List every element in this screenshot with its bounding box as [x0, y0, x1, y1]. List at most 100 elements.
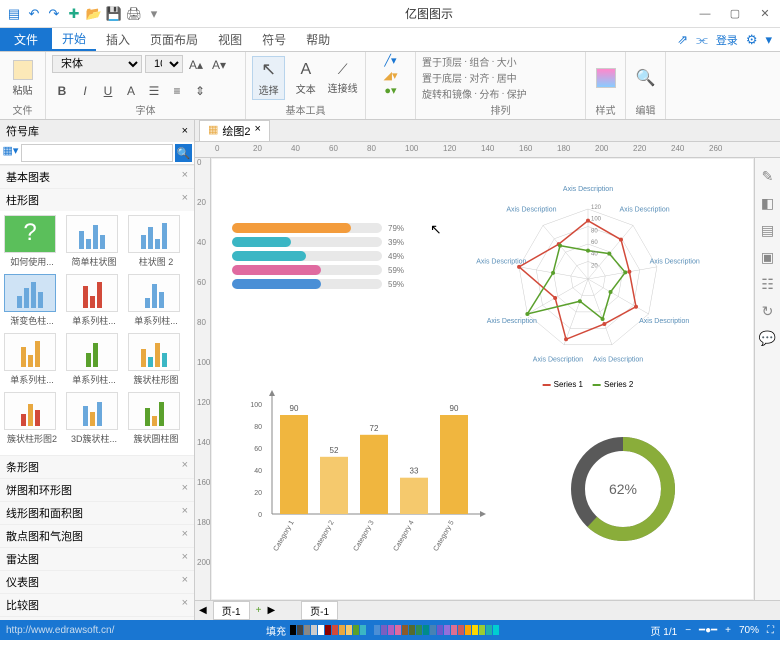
cat-compare[interactable]: 比较图× [0, 593, 194, 616]
sidebar-close-icon[interactable]: × [182, 125, 188, 137]
page-prev-icon[interactable]: ◀ [199, 605, 207, 616]
tab-insert[interactable]: 插入 [96, 28, 140, 51]
library-menu-icon[interactable]: ▦▾ [2, 144, 19, 162]
size-button[interactable]: 大小 [497, 54, 517, 69]
cat-pie[interactable]: 饼图和环形图× [0, 478, 194, 501]
zoom-in-icon[interactable]: + [725, 625, 731, 636]
shape-icon[interactable]: ◧ [761, 195, 774, 212]
donut-chart[interactable]: 62% [563, 429, 683, 549]
select-tool[interactable]: ↖选择 [252, 56, 285, 100]
group-button[interactable]: 组合 [469, 54, 489, 69]
page-tab[interactable]: 页-1 [213, 601, 250, 620]
open-icon[interactable]: 📂 [86, 6, 102, 22]
document-tab[interactable]: ▦绘图2× [199, 120, 270, 141]
settings-icon[interactable]: ⚙ [746, 32, 758, 48]
theme-icon[interactable]: ▣ [761, 249, 774, 266]
increase-font-icon[interactable]: A▴ [186, 55, 206, 75]
print-icon[interactable]: 🖨 [126, 6, 142, 22]
tab-start[interactable]: 开始 [52, 28, 96, 51]
color-swatches[interactable] [290, 625, 499, 635]
data-icon[interactable]: ☷ [761, 276, 774, 293]
cat-bar[interactable]: 条形图× [0, 455, 194, 478]
save-icon[interactable]: 💾 [106, 6, 122, 22]
vertical-bar-chart[interactable]: 02040608010090Category 152Category 272Ca… [232, 384, 492, 554]
cat-radar[interactable]: 雷达图× [0, 547, 194, 570]
close-tab-icon[interactable]: × [255, 123, 261, 139]
zoom-slider[interactable]: ━●━ [699, 625, 717, 636]
tab-layout[interactable]: 页面布局 [140, 28, 208, 51]
cat-column[interactable]: 柱形图× [0, 188, 194, 211]
history-icon[interactable]: ↻ [762, 303, 774, 320]
maximize-button[interactable]: ▢ [720, 2, 750, 26]
cat-gauge[interactable]: 仪表图× [0, 570, 194, 593]
protect-button[interactable]: 保护 [507, 86, 527, 101]
font-color-icon[interactable]: A [121, 81, 141, 101]
underline-button[interactable]: U [98, 81, 118, 101]
center-button[interactable]: 居中 [497, 70, 517, 85]
tab-help[interactable]: 帮助 [296, 28, 340, 51]
search-input[interactable] [21, 144, 173, 162]
bullets-icon[interactable]: ☰ [144, 81, 164, 101]
gallery-item[interactable]: 柱状图 2 [128, 215, 184, 268]
page-tab-2[interactable]: 页-1 [301, 601, 338, 620]
gallery-item[interactable]: 簇状柱形图2 [4, 392, 60, 445]
search-icon[interactable]: 🔍 [175, 144, 192, 162]
gallery-item[interactable]: 单系列柱... [128, 274, 184, 327]
bold-button[interactable]: B [52, 81, 72, 101]
dropdown-icon[interactable]: ▾ [765, 32, 772, 48]
bring-front-button[interactable]: 置于顶层 [422, 54, 462, 69]
file-menu[interactable]: 文件 [0, 28, 52, 51]
fit-icon[interactable]: ⛶ [767, 625, 774, 636]
style-button[interactable] [592, 68, 619, 88]
font-family-select[interactable]: 宋体 [52, 55, 142, 73]
shape-icon[interactable]: ●▾ [384, 84, 396, 97]
share-icon[interactable]: ⇗ [677, 32, 688, 48]
align-button[interactable]: 对齐 [469, 70, 489, 85]
gallery-item[interactable]: 簇状柱形图 [128, 333, 184, 386]
format-icon[interactable]: ✎ [762, 168, 774, 185]
edit-button[interactable]: 🔍 [632, 68, 659, 88]
login-button[interactable]: 登录 [716, 32, 738, 48]
send-back-button[interactable]: 置于底层 [422, 70, 462, 85]
cat-scatter[interactable]: 散点图和气泡图× [0, 524, 194, 547]
rotate-button[interactable]: 旋转和镜像 [422, 86, 472, 101]
connector-tool[interactable]: ⟋连接线 [326, 61, 359, 95]
zoom-out-icon[interactable]: − [685, 625, 691, 636]
gallery-item[interactable]: 简单柱状图 [66, 215, 122, 268]
menu-icon[interactable]: ▤ [6, 6, 22, 22]
paste-button[interactable]: 粘贴 [6, 60, 39, 97]
cat-basic[interactable]: 基本图表× [0, 165, 194, 188]
align-icon[interactable]: ≡ [167, 81, 187, 101]
link-icon[interactable]: ⫘ [696, 32, 708, 48]
font-size-select[interactable]: 10 [145, 55, 183, 73]
tab-symbol[interactable]: 符号 [252, 28, 296, 51]
comment-icon[interactable]: 💬 [759, 330, 776, 347]
gallery-item[interactable]: ?如何使用... [4, 215, 60, 268]
gallery-item[interactable]: 单系列柱... [66, 333, 122, 386]
text-tool[interactable]: A文本 [289, 61, 322, 96]
fill-icon[interactable]: ◢▾ [384, 69, 398, 82]
cat-indicator[interactable]: 比较指示图× [0, 616, 194, 620]
spacing-icon[interactable]: ⇕ [190, 81, 210, 101]
qat-more-icon[interactable]: ▾ [146, 6, 162, 22]
cat-line[interactable]: 线形图和面积图× [0, 501, 194, 524]
line-style-icon[interactable]: ╱▾ [384, 54, 396, 67]
close-button[interactable]: ✕ [750, 2, 780, 26]
minimize-button[interactable]: — [690, 2, 720, 26]
italic-button[interactable]: I [75, 81, 95, 101]
undo-icon[interactable]: ↶ [26, 6, 42, 22]
distribute-button[interactable]: 分布 [479, 86, 499, 101]
radar-chart[interactable]: Axis DescriptionAxis DescriptionAxis Des… [453, 169, 723, 389]
page-add-icon[interactable]: + [256, 605, 262, 616]
tab-view[interactable]: 视图 [208, 28, 252, 51]
horizontal-bar-chart[interactable]: 79%39%49%59%59% [232, 219, 404, 293]
gallery-item[interactable]: 3D簇状柱... [66, 392, 122, 445]
gallery-item-selected[interactable]: 渐变色柱... [4, 274, 60, 327]
page-next-icon[interactable]: ▶ [267, 605, 275, 616]
drawing-canvas[interactable]: 79%39%49%59%59% Axis DescriptionAxis Des… [211, 158, 754, 600]
gallery-item[interactable]: 簇状圆柱图 [128, 392, 184, 445]
gallery-item[interactable]: 单系列柱... [4, 333, 60, 386]
decrease-font-icon[interactable]: A▾ [209, 55, 229, 75]
layers-icon[interactable]: ▤ [761, 222, 774, 239]
new-icon[interactable]: ✚ [66, 6, 82, 22]
